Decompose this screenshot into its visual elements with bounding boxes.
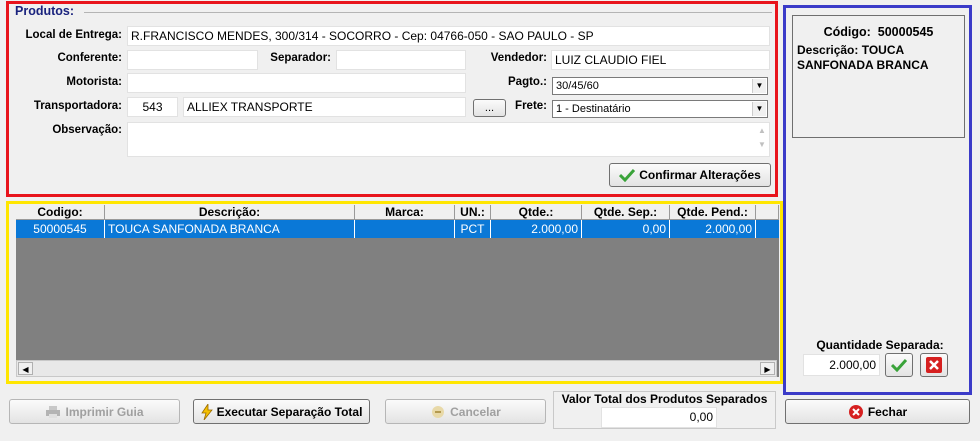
column-header-qtde-pend[interactable]: Qtde. Pend.: (670, 205, 756, 220)
grid-horizontal-scrollbar[interactable]: ◀ ▶ (16, 360, 777, 377)
confirm-quantity-button[interactable] (885, 353, 913, 377)
observacao-textarea[interactable] (127, 122, 770, 157)
confirmar-alteracoes-label: Confirmar Alterações (639, 168, 761, 182)
chevron-down-icon[interactable]: ▼ (752, 79, 766, 93)
side-descricao-label: Descrição: (797, 43, 859, 57)
close-icon (848, 404, 863, 419)
column-header-un[interactable]: UN.: (455, 205, 491, 220)
imprimir-guia-label: Imprimir Guia (65, 404, 144, 419)
check-icon (891, 358, 907, 372)
cell-qtde[interactable]: 2.000,00 (491, 220, 582, 238)
fechar-button[interactable]: Fechar (785, 399, 970, 424)
transportadora-lookup-button[interactable]: ... (473, 99, 506, 117)
column-header-qtde[interactable]: Qtde.: (491, 205, 582, 220)
column-header-qtde-sep[interactable]: Qtde. Sep.: (582, 205, 670, 220)
local-entrega-label: Local de Entrega: (25, 29, 123, 41)
cancelar-button[interactable]: Cancelar (385, 399, 546, 424)
x-icon (926, 357, 942, 373)
frete-label: Frete: (515, 100, 547, 112)
scroll-right-icon[interactable]: ▶ (760, 362, 775, 375)
transportadora-label: Transportadora: (33, 100, 122, 112)
cell-marca[interactable] (355, 220, 455, 238)
transportadora-name-field[interactable]: ALLIEX TRANSPORTE (183, 97, 466, 117)
conferente-label: Conferente: (57, 52, 122, 64)
side-descricao-block: Descrição: TOUCA SANFONADA BRANCA (797, 43, 962, 73)
valor-total-field: 0,00 (601, 407, 717, 428)
cell-codigo[interactable]: 50000545 (16, 220, 105, 238)
cell-filler (756, 220, 779, 238)
column-header-marca[interactable]: Marca: (355, 205, 455, 220)
cell-un[interactable]: PCT (455, 220, 491, 238)
scroll-left-icon[interactable]: ◀ (18, 362, 33, 375)
motorista-field[interactable] (127, 73, 466, 93)
valor-total-label: Valor Total dos Produtos Separados (561, 392, 768, 406)
imprimir-guia-button[interactable]: Imprimir Guia (9, 399, 180, 424)
vendedor-label: Vendedor: (490, 52, 547, 64)
pagto-select[interactable]: 30/45/60 ▼ (552, 77, 768, 95)
products-grid[interactable]: Codigo: Descrição: Marca: UN.: Qtde.: Qt… (16, 205, 779, 377)
vendedor-field[interactable]: LUIZ CLAUDIO FIEL (551, 50, 770, 70)
frete-select[interactable]: 1 - Destinatário ▼ (552, 100, 768, 118)
pagto-value: 30/45/60 (556, 80, 599, 92)
valor-total-group: Valor Total dos Produtos Separados 0,00 (553, 391, 776, 429)
observacao-scrollbar[interactable]: ▲ ▼ (756, 124, 768, 154)
motorista-label: Motorista: (66, 76, 122, 88)
cancelar-label: Cancelar (450, 404, 501, 419)
cancel-icon (432, 405, 445, 418)
pagto-label: Pagto.: (508, 76, 547, 88)
frete-value: 1 - Destinatário (556, 103, 631, 115)
observacao-label: Observação: (52, 124, 122, 136)
transportadora-code-field[interactable]: 543 (127, 97, 178, 117)
cancel-quantity-button[interactable] (920, 353, 948, 377)
printer-icon (46, 405, 61, 418)
side-codigo-line: Código: 50000545 (793, 25, 964, 39)
chevron-down-icon[interactable]: ▼ (752, 102, 766, 116)
section-title: Produtos: (15, 4, 75, 18)
cell-qtde-pend[interactable]: 2.000,00 (670, 220, 756, 238)
executar-separacao-total-label: Executar Separação Total (216, 404, 363, 419)
product-info-box: Código: 50000545 Descrição: TOUCA SANFON… (792, 15, 965, 138)
cell-descricao[interactable]: TOUCA SANFONADA BRANCA (105, 220, 355, 238)
local-entrega-field[interactable]: R.FRANCISCO MENDES, 300/314 - SOCORRO - … (127, 26, 770, 46)
fechar-label: Fechar (867, 404, 908, 419)
side-codigo-label: Código: (823, 25, 871, 39)
conferente-field[interactable] (127, 50, 258, 70)
check-icon (619, 168, 636, 182)
cell-qtde-sep[interactable]: 0,00 (582, 220, 670, 238)
lightning-icon (200, 403, 213, 420)
confirmar-alteracoes-button[interactable]: Confirmar Alterações (609, 163, 771, 187)
side-codigo-value: 50000545 (877, 25, 934, 39)
separador-field[interactable] (336, 50, 466, 70)
groupbox-line (84, 12, 772, 13)
column-header-codigo[interactable]: Codigo: (16, 205, 105, 220)
quantidade-separada-field[interactable]: 2.000,00 (803, 354, 880, 376)
column-header-filler (756, 205, 779, 220)
executar-separacao-total-button[interactable]: Executar Separação Total (193, 399, 370, 424)
separador-label: Separador: (270, 52, 331, 64)
column-header-descricao[interactable]: Descrição: (105, 205, 355, 220)
quantidade-separada-label: Quantidade Separada: (816, 338, 944, 352)
